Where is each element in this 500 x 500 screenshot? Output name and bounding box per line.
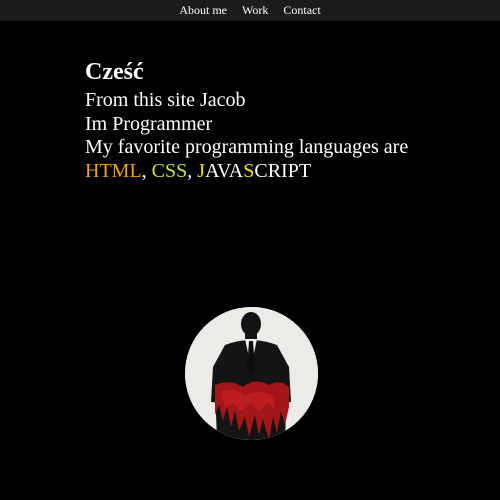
nav-link-work[interactable]: Work xyxy=(242,0,268,21)
profile-avatar xyxy=(185,307,318,440)
nav-link-about-me[interactable]: About me xyxy=(179,0,227,21)
language-separator: , xyxy=(141,159,152,182)
nav-link-contact[interactable]: Contact xyxy=(283,0,320,21)
language-separator: , xyxy=(187,159,198,182)
greeting-heading: Cześć xyxy=(85,59,144,85)
javascript-letter-s: S xyxy=(243,159,255,182)
javascript-letter-j: J xyxy=(197,159,206,182)
javascript-letters-cript: CRIPT xyxy=(254,159,312,182)
intro-line-role: Im Programmer xyxy=(85,112,213,135)
intro-line-name: From this site Jacob xyxy=(85,89,246,111)
intro-line-languages-heading: My favorite programming languages are xyxy=(85,136,409,158)
top-navigation: About me Work Contact xyxy=(0,0,500,21)
javascript-letters-ava: AVA xyxy=(205,159,244,182)
intro-section: Cześć From this site Jacob Im Programmer… xyxy=(85,58,408,183)
language-javascript: JAVASCRIPT xyxy=(197,160,311,182)
language-html: HTML xyxy=(85,159,142,182)
languages-list: HTML, CSS, JAVASCRIPT xyxy=(85,160,408,184)
language-css: CSS xyxy=(151,159,188,182)
man-in-suit-silhouette-icon xyxy=(185,307,318,440)
